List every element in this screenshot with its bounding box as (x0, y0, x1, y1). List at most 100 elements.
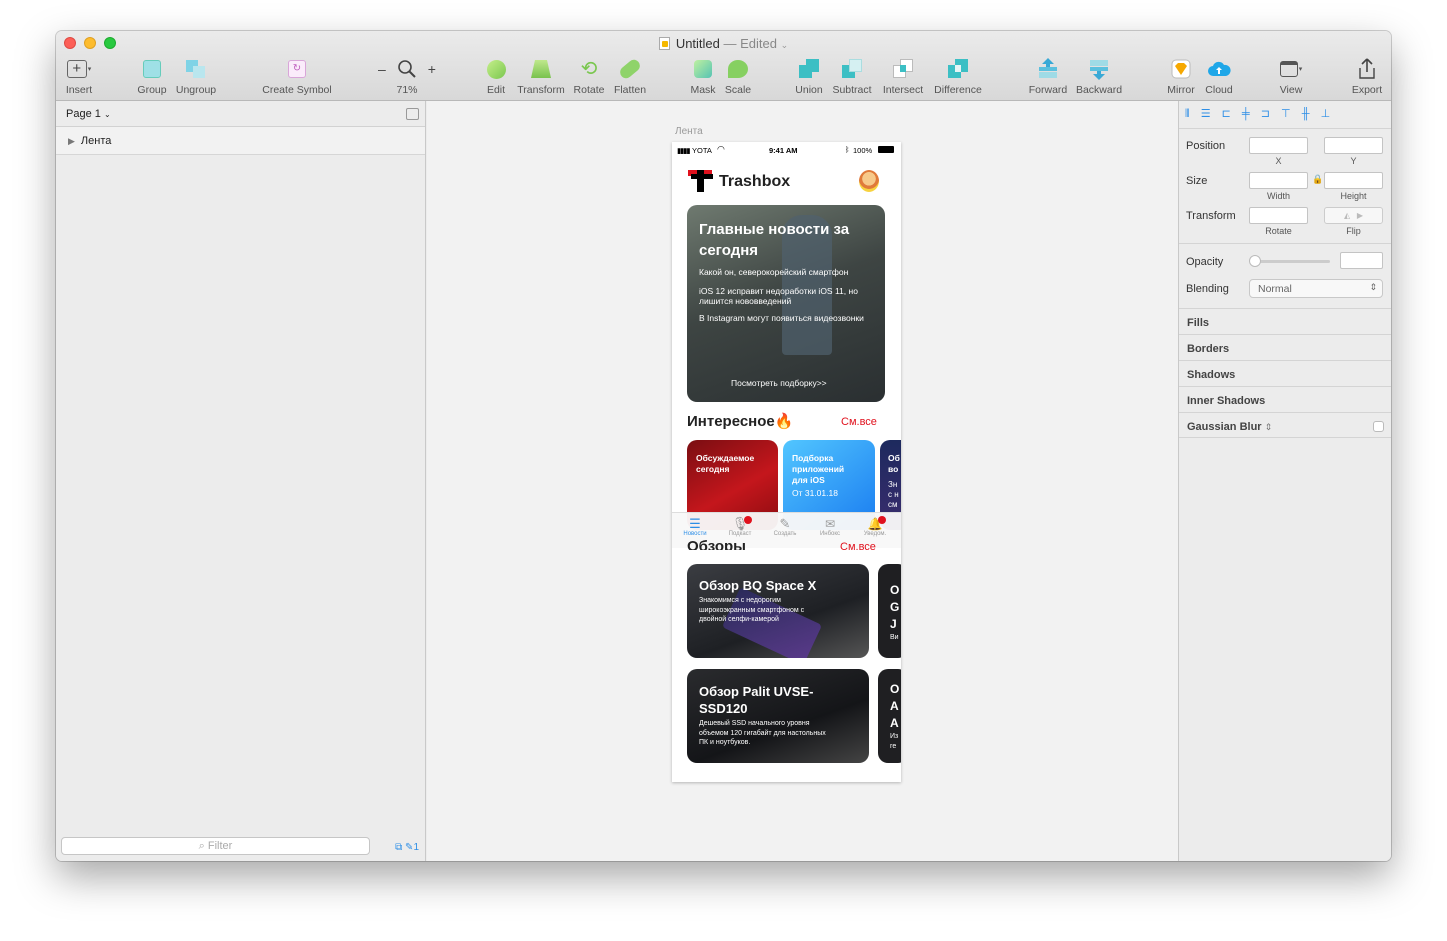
backward-button[interactable]: Backward (1074, 57, 1124, 96)
updown-chevron-icon[interactable]: ⇕ (1265, 422, 1273, 432)
review-card-partial[interactable]: О G J Ви (878, 564, 901, 658)
gaussian-blur-section[interactable]: Gaussian Blur ⇕ (1179, 412, 1391, 438)
borders-section[interactable]: Borders (1179, 334, 1391, 360)
insert-button[interactable]: + ▾ Insert (64, 57, 94, 96)
width-field[interactable] (1249, 172, 1308, 189)
align-center-icon[interactable]: ╪ (1242, 108, 1250, 120)
cloud-button[interactable]: Cloud (1202, 57, 1236, 96)
artboard-label[interactable]: Лента (675, 126, 703, 137)
zoom-out-button[interactable]: – (378, 61, 386, 77)
mirror-icon (1171, 59, 1191, 79)
opacity-field[interactable] (1340, 252, 1383, 269)
mirror-button[interactable]: Mirror (1164, 57, 1198, 96)
view-button[interactable]: ▾ View (1274, 57, 1308, 96)
hero-item[interactable]: В Instagram могут появиться видеозвонки (699, 313, 883, 323)
subtract-button[interactable]: Subtract (830, 57, 874, 96)
inner-shadows-section[interactable]: Inner Shadows (1179, 386, 1391, 412)
see-all-link[interactable]: См.все (841, 416, 877, 428)
intersect-icon (880, 57, 926, 81)
flip-vertical-icon[interactable]: ▶ (1357, 211, 1363, 220)
tab-news[interactable]: ☰ Новости (678, 517, 712, 538)
trashbox-logo (688, 170, 714, 194)
magnifier-icon (397, 60, 416, 78)
align-top-icon[interactable]: ⊤ (1281, 108, 1291, 120)
union-button[interactable]: Union (793, 57, 825, 96)
create-symbol-button[interactable]: ↻ Create Symbol (259, 57, 335, 96)
layer-tools[interactable]: ⧉ ✎1 (395, 842, 419, 853)
blending-select[interactable]: Normal ⇕ (1249, 279, 1383, 298)
mask-button[interactable]: Mask (688, 57, 718, 96)
zoom-control[interactable]: – + 71% (378, 57, 436, 96)
canvas[interactable]: Лента ▮▮▮▮ YOTA ◠ 9:41 AM ᛒ 100% Trashbo… (427, 101, 1178, 861)
lock-icon[interactable]: 🔒 (1312, 174, 1323, 185)
ungroup-icon (174, 57, 218, 81)
review-card[interactable]: Обзор Palit UVSE-SSD120 Дешевый SSD нача… (687, 669, 869, 763)
tab-podcast[interactable]: 🎙 Подкаст (723, 516, 757, 537)
export-button[interactable]: Export (1348, 57, 1386, 96)
mask-icon (694, 60, 712, 78)
rotate-field[interactable] (1249, 207, 1308, 224)
avatar[interactable] (859, 170, 879, 192)
tab-create[interactable]: ✎ Создать (768, 517, 802, 538)
disclosure-triangle-icon[interactable]: ▶ (68, 136, 75, 146)
height-field[interactable] (1324, 172, 1383, 189)
subtract-icon (830, 57, 874, 81)
align-middle-icon[interactable]: ╫ (1302, 108, 1310, 120)
rotate-button[interactable]: ⟲ Rotate (571, 57, 607, 96)
difference-button[interactable]: Difference (930, 57, 986, 96)
filter-input[interactable]: ⌕ Filter (61, 837, 370, 855)
flatten-button[interactable]: Flatten (610, 57, 650, 96)
notification-badge (878, 516, 886, 524)
hero-item[interactable]: Какой он, северокорейский смартфон (699, 267, 883, 277)
transform-button[interactable]: Transform (514, 57, 568, 96)
titlebar: Untitled — Edited ⌄ + ▾ Insert Group Ungr… (56, 31, 1391, 101)
see-all-link[interactable]: См.все (840, 542, 876, 550)
rotate-icon: ⟲ (580, 58, 598, 80)
distribute-horizontal-icon[interactable]: ⫴ (1185, 108, 1190, 120)
scale-button[interactable]: Scale (722, 57, 754, 96)
transform-icon (531, 60, 551, 78)
cloud-icon (1208, 61, 1231, 76)
inbox-icon: ✉ (824, 517, 836, 531)
collapse-pages-icon[interactable] (406, 108, 419, 120)
distribute-vertical-icon[interactable]: ☰ (1201, 108, 1211, 120)
hero-item[interactable]: iOS 12 исправит недоработки iOS 11, но л… (699, 286, 864, 306)
page-selector[interactable]: Page 1 ⌄ (56, 101, 425, 127)
duplicate-icon: ⧉ (395, 842, 403, 853)
zoom-in-button[interactable]: + (428, 61, 436, 77)
hero-more-link[interactable]: Посмотреть подборку>> (731, 378, 827, 388)
group-button[interactable]: Group (136, 57, 168, 96)
ungroup-button[interactable]: Ungroup (174, 57, 218, 96)
tab-inbox[interactable]: ✉ Инбокс (813, 517, 847, 537)
hero-card[interactable]: Главные новости за сегодня Какой он, сев… (687, 205, 885, 402)
section-title-reviews: Обзоры (687, 540, 746, 550)
hero-title: Главные новости за сегодня (699, 221, 850, 259)
tab-notifications[interactable]: 🔔 Уведом. (858, 516, 892, 537)
position-y-field[interactable] (1324, 137, 1383, 154)
opacity-slider[interactable] (1249, 255, 1330, 267)
edit-button[interactable]: Edit (481, 57, 511, 96)
shadows-section[interactable]: Shadows (1179, 360, 1391, 386)
align-bottom-icon[interactable]: ⊥ (1321, 108, 1331, 120)
artboard[interactable]: ▮▮▮▮ YOTA ◠ 9:41 AM ᛒ 100% Trashbox Глав… (672, 142, 901, 782)
align-right-icon[interactable]: ⊐ (1261, 108, 1270, 120)
notification-badge (744, 516, 752, 524)
wifi-icon: ◠ (717, 144, 725, 154)
layer-item[interactable]: ▶ Лента (56, 127, 425, 155)
slider-knob[interactable] (1249, 255, 1261, 267)
fills-section[interactable]: Fills (1179, 308, 1391, 334)
flip-control[interactable]: ◭ ▶ (1324, 207, 1383, 224)
union-icon (793, 57, 825, 81)
peek-text: О A A Из ге (890, 682, 900, 750)
bell-icon: 🔔 (867, 517, 883, 531)
alignment-bar: ⫴ ☰ ⊏ ╪ ⊐ ⊤ ╫ ⊥ (1179, 101, 1391, 129)
align-left-icon[interactable]: ⊏ (1222, 108, 1231, 120)
flip-horizontal-icon[interactable]: ◭ (1344, 211, 1350, 220)
review-card-partial[interactable]: О A A Из ге (878, 669, 901, 763)
forward-button[interactable]: Forward (1026, 57, 1070, 96)
intersect-button[interactable]: Intersect (880, 57, 926, 96)
position-x-field[interactable] (1249, 137, 1308, 154)
blur-enable-checkbox[interactable] (1373, 421, 1384, 432)
brand-title: Trashbox (719, 173, 791, 190)
review-card[interactable]: Обзор BQ Space X Знакомимся с недорогим … (687, 564, 869, 658)
